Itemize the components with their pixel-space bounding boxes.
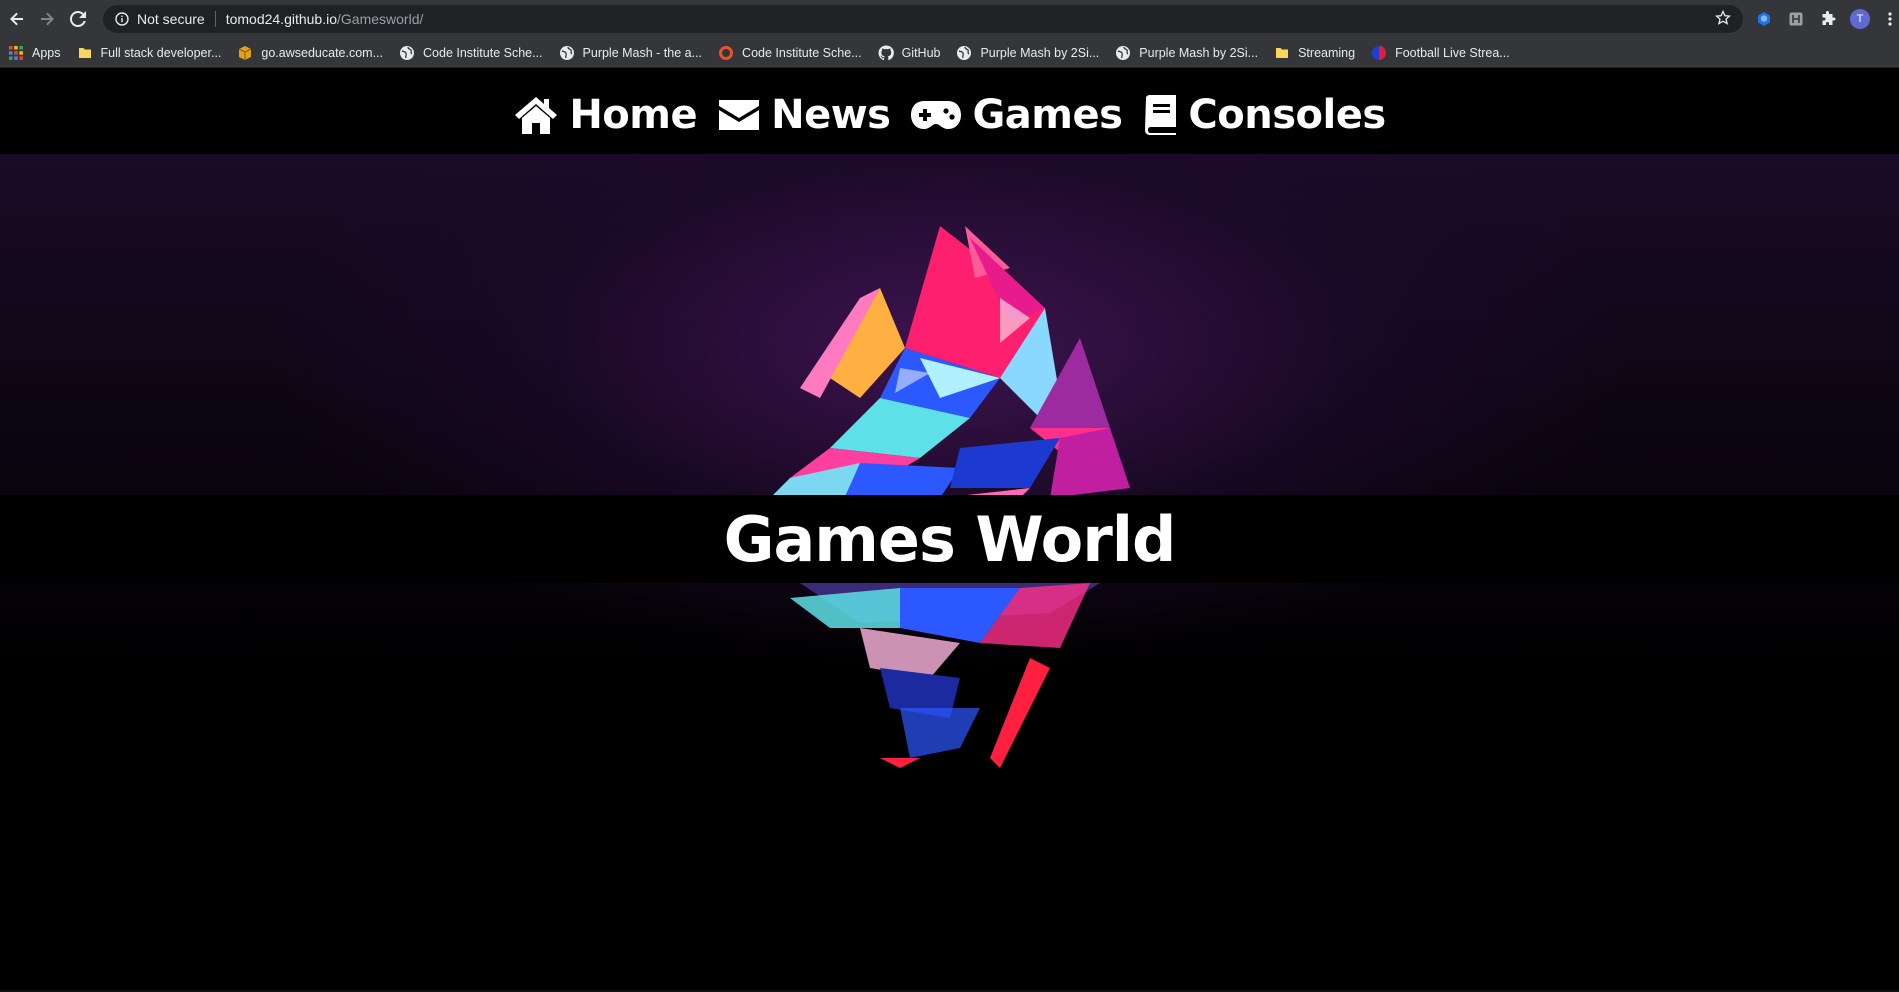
globe-icon (1116, 45, 1131, 60)
folder-icon (78, 47, 91, 58)
bookmark-label: Code Institute Sche... (742, 45, 862, 60)
info-icon (115, 12, 129, 26)
reload-icon (70, 11, 86, 27)
globe-icon (400, 45, 415, 60)
bookmark-star-icon[interactable] (1714, 9, 1732, 29)
bookmark-label: GitHub (901, 45, 941, 60)
security-label: Not secure (137, 11, 205, 27)
bookmark-item[interactable]: Code Institute Sche... (399, 45, 543, 61)
apps-grid-icon (9, 45, 23, 60)
bookmark-item[interactable]: Code Institute Sche... (718, 45, 862, 61)
extension-hex-icon[interactable] (1754, 9, 1774, 29)
site-title: Games World (723, 502, 1177, 576)
bookmark-label: Full stack developer... (100, 45, 222, 60)
home-icon (515, 97, 558, 134)
arrow-left-icon (10, 12, 23, 26)
nav-games-label: Games (972, 92, 1123, 138)
url-path: /Gamesworld/ (337, 11, 424, 27)
bookmark-item[interactable]: GitHub (878, 44, 941, 61)
bookmark-label: Streaming (1298, 45, 1356, 60)
extensions-puzzle-icon[interactable] (1818, 9, 1838, 29)
circle-icon (1372, 45, 1387, 60)
folder-icon (1276, 47, 1289, 58)
nav-news-label: News (771, 92, 891, 138)
bookmark-label: Purple Mash by 2Si... (980, 45, 1100, 60)
bookmark-item[interactable]: Purple Mash by 2Si... (1115, 45, 1258, 61)
bookmark-apps[interactable]: Apps (8, 45, 61, 61)
browser-toolbar: Not secure tomod24.github.io/Gamesworld/… (0, 0, 1899, 38)
bookmark-label: Football Live Strea... (1395, 45, 1510, 60)
web-page: Home News Games Consoles Games World (0, 68, 1899, 992)
reload-button[interactable] (66, 7, 90, 31)
arrow-right-icon (41, 12, 54, 26)
bookmark-item[interactable]: Purple Mash by 2Si... (956, 45, 1099, 61)
github-icon (878, 44, 894, 60)
nav-home-label: Home (569, 92, 698, 138)
bookmark-label: Apps (32, 45, 61, 60)
bookmark-label: go.awseducate.com... (261, 45, 384, 60)
bookmark-item[interactable]: Football Live Strea... (1371, 45, 1510, 61)
nav-consoles-link[interactable]: Consoles (1142, 92, 1386, 138)
browser-menu-icon[interactable] (1880, 9, 1899, 29)
nav-news-link[interactable]: News (717, 92, 891, 138)
nav-home-link[interactable]: Home (513, 92, 698, 138)
url-host: tomod24.github.io (225, 11, 338, 27)
address-bar[interactable]: Not secure tomod24.github.io/Gamesworld/ (103, 5, 1743, 33)
back-button[interactable] (5, 7, 29, 31)
profile-avatar[interactable]: T (1850, 9, 1870, 29)
bookmark-label: Code Institute Sche... (423, 45, 543, 60)
bookmarks-bar: Apps Full stack developer... go.awseduca… (0, 38, 1899, 68)
title-band: Games World (0, 495, 1899, 583)
globe-icon (957, 45, 972, 60)
nav-consoles-label: Consoles (1188, 92, 1386, 138)
extension-square-icon[interactable] (1786, 9, 1806, 29)
forward-button[interactable] (35, 7, 59, 31)
ring-icon (719, 45, 734, 60)
bookmark-item[interactable]: Full stack developer... (77, 45, 222, 61)
box-icon (239, 45, 252, 60)
bookmark-item[interactable]: go.awseducate.com... (237, 45, 383, 61)
bookmark-label: Purple Mash by 2Si... (1139, 45, 1259, 60)
profile-initial: T (1856, 13, 1864, 25)
gamepad-icon (911, 101, 962, 129)
bookmark-label: Purple Mash - the a... (582, 45, 703, 60)
bookmark-item[interactable]: Streaming (1274, 45, 1355, 61)
security-indicator[interactable]: Not secure (115, 11, 205, 27)
envelope-icon (719, 100, 760, 130)
main-nav: Home News Games Consoles (0, 76, 1899, 154)
book-icon (1145, 95, 1177, 135)
bookmark-item[interactable]: Purple Mash - the a... (559, 45, 703, 61)
globe-icon (559, 45, 574, 60)
nav-games-link[interactable]: Games (910, 92, 1123, 138)
omnibox-divider (214, 11, 216, 27)
